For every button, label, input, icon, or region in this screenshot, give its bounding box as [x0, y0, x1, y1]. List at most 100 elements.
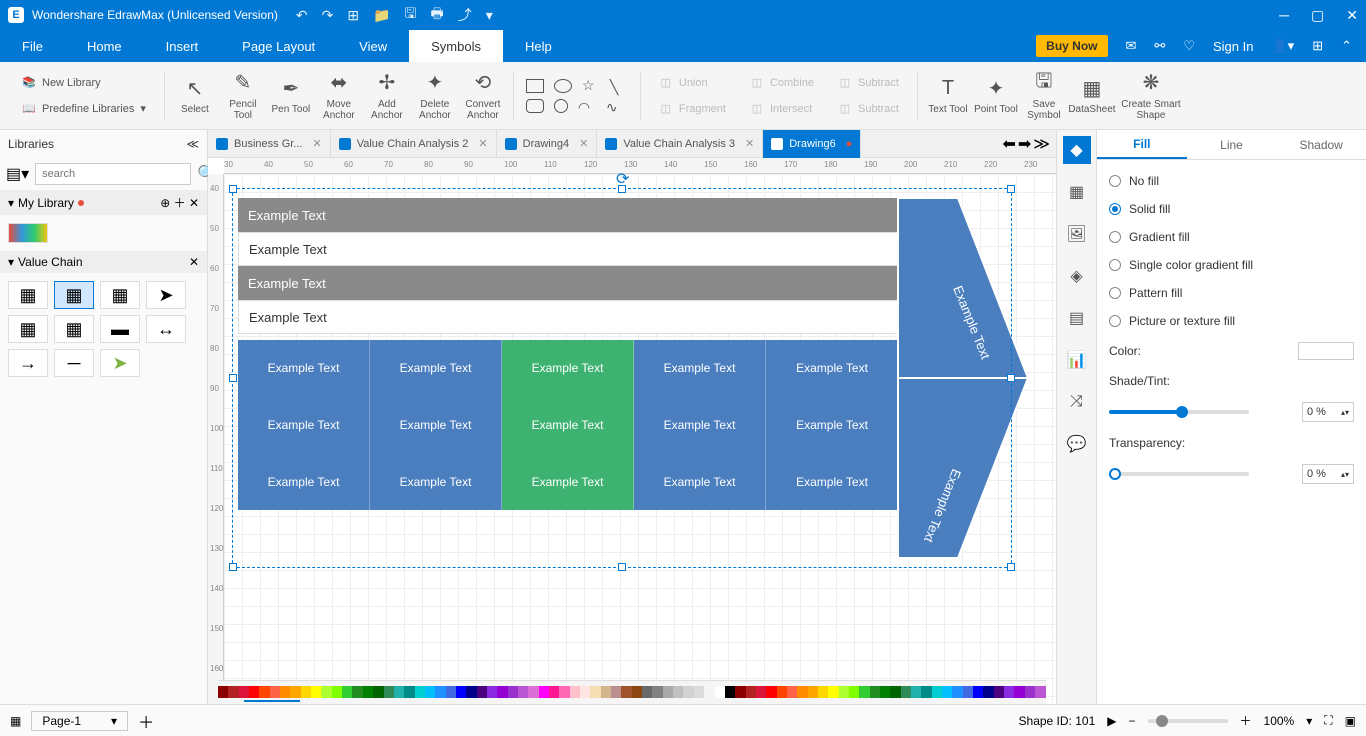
tab-prev-icon[interactable]: ⬅ — [1002, 134, 1015, 154]
collapse-libraries-icon[interactable]: ≪ — [186, 137, 199, 151]
comment-tool-icon[interactable]: 💬 — [1063, 430, 1091, 458]
zoom-out-icon[interactable]: − — [1128, 714, 1135, 728]
shade-slider[interactable] — [1109, 410, 1249, 414]
grid-tool-icon[interactable]: ▦ — [1063, 178, 1091, 206]
tab-next-icon[interactable]: ➡ — [1018, 134, 1031, 154]
predefine-libraries-button[interactable]: 📖Predefine Libraries▾ — [18, 99, 150, 119]
radio-gradient-fill[interactable]: Gradient fill — [1109, 230, 1354, 244]
share-icon[interactable]: ⚯ — [1154, 38, 1165, 54]
menu-insert[interactable]: Insert — [144, 30, 221, 62]
menu-pagelayout[interactable]: Page Layout — [220, 30, 337, 62]
tab-vca2[interactable]: Value Chain Analysis 2✕ — [331, 130, 497, 158]
tab-drawing4[interactable]: Drawing4✕ — [497, 130, 598, 158]
layers-tool-icon[interactable]: ◈ — [1063, 262, 1091, 290]
save-symbol-button[interactable]: 🖫Save Symbol — [1020, 71, 1068, 121]
menu-help[interactable]: Help — [503, 30, 574, 62]
maximize-icon[interactable]: ▢ — [1311, 7, 1324, 24]
diagram-row-2[interactable]: Example Text — [238, 232, 918, 266]
library-menu-icon[interactable]: ▤▾ — [6, 164, 29, 184]
diagram-row-1[interactable]: Example Text — [238, 198, 918, 232]
move-anchor-tool[interactable]: ⬌Move Anchor — [315, 71, 363, 121]
tab-vca3[interactable]: Value Chain Analysis 3✕ — [597, 130, 763, 158]
zoom-in-icon[interactable]: ＋ — [1240, 712, 1252, 729]
tab-drawing6[interactable]: Drawing6● — [763, 130, 861, 158]
shape-roundrect[interactable] — [526, 99, 544, 113]
fit-page-icon[interactable]: ⛶ — [1324, 713, 1332, 728]
library-shape[interactable] — [8, 223, 48, 243]
menu-view[interactable]: View — [337, 30, 409, 62]
tab-business[interactable]: Business Gr...✕ — [208, 130, 331, 158]
signin-link[interactable]: Sign In — [1213, 39, 1253, 54]
close-icon[interactable]: ✕ — [1346, 7, 1358, 24]
play-icon[interactable]: ▶ — [1107, 714, 1116, 728]
prop-tab-shadow[interactable]: Shadow — [1276, 130, 1366, 159]
zoom-value[interactable]: 100% — [1264, 714, 1295, 728]
image-tool-icon[interactable]: 🖼 — [1063, 220, 1091, 248]
vc-shape-3[interactable]: ▦ — [100, 281, 140, 309]
text-tool[interactable]: TText Tool — [924, 76, 972, 115]
buy-now-button[interactable]: Buy Now — [1036, 35, 1107, 57]
menu-home[interactable]: Home — [65, 30, 144, 62]
radio-pattern-fill[interactable]: Pattern fill — [1109, 286, 1354, 300]
export-icon[interactable]: ⤴ — [458, 5, 472, 25]
value-chain-section[interactable]: ▾ Value Chain✕ — [0, 251, 207, 273]
shape-rect[interactable] — [526, 79, 544, 93]
collapse-ribbon-icon[interactable]: ⌃ — [1341, 38, 1352, 54]
print-icon[interactable]: 🖶 — [430, 3, 443, 27]
vc-shape-1[interactable]: ▦ — [8, 281, 48, 309]
datasheet-button[interactable]: ▦DataSheet — [1068, 76, 1116, 115]
pencil-tool[interactable]: ✎Pencil Tool — [219, 71, 267, 121]
add-page-button[interactable]: ＋ — [138, 709, 154, 733]
color-palette-bar[interactable] — [218, 686, 1046, 704]
diagram-columns[interactable]: Example TextExample TextExample Text Exa… — [238, 340, 918, 510]
convert-anchor-tool[interactable]: ⟲Convert Anchor — [459, 71, 507, 121]
canvas[interactable]: 3040506070809010011012013014015016017018… — [208, 158, 1056, 704]
vc-shape-10[interactable]: ─ — [54, 349, 94, 377]
new-icon[interactable]: ⊞ — [347, 7, 359, 24]
transparency-spinbox[interactable]: 0 %▴▾ — [1302, 464, 1354, 484]
add-anchor-tool[interactable]: ✢Add Anchor — [363, 71, 411, 121]
fullscreen-icon[interactable]: ▣ — [1345, 714, 1356, 728]
save-icon[interactable]: 🖫 — [405, 3, 417, 27]
undo-icon[interactable]: ↶ — [296, 7, 308, 24]
vc-shape-8[interactable]: ↔ — [146, 315, 186, 343]
radio-solid-fill[interactable]: Solid fill — [1109, 202, 1354, 216]
create-smart-shape-button[interactable]: ❋Create Smart Shape — [1116, 71, 1186, 121]
menu-file[interactable]: File — [0, 30, 65, 62]
shade-spinbox[interactable]: 0 %▴▾ — [1302, 402, 1354, 422]
page-tool-icon[interactable]: ▤ — [1063, 304, 1091, 332]
shape-ellipse[interactable] — [554, 79, 572, 93]
radio-texture-fill[interactable]: Picture or texture fill — [1109, 314, 1354, 328]
redo-icon[interactable]: ↷ — [322, 7, 334, 24]
zoom-slider[interactable] — [1148, 719, 1228, 723]
color-swatch[interactable] — [1298, 342, 1354, 360]
library-search-input[interactable] — [35, 163, 191, 185]
vc-shape-7[interactable]: ▬ — [100, 315, 140, 343]
shuffle-tool-icon[interactable]: ⤨ — [1063, 388, 1091, 416]
vc-shape-4[interactable]: ➤ — [146, 281, 186, 309]
prop-tab-fill[interactable]: Fill — [1097, 130, 1187, 159]
point-tool[interactable]: ✦Point Tool — [972, 76, 1020, 115]
send-icon[interactable]: ✉ — [1126, 38, 1137, 54]
diagram-row-4[interactable]: Example Text — [238, 300, 918, 334]
radio-single-gradient[interactable]: Single color gradient fill — [1109, 258, 1354, 272]
view-grid-icon[interactable]: ▦ — [10, 714, 21, 728]
minimize-icon[interactable]: ─ — [1279, 7, 1289, 24]
select-tool[interactable]: ↖Select — [171, 76, 219, 115]
bell-icon[interactable]: ♡ — [1183, 38, 1195, 54]
vc-shape-2[interactable]: ▦ — [54, 281, 94, 309]
page-selector[interactable]: Page-1▾ — [31, 711, 128, 731]
diagram-row-3[interactable]: Example Text — [238, 266, 918, 300]
open-icon[interactable]: 📁 — [373, 7, 390, 24]
radio-no-fill[interactable]: No fill — [1109, 174, 1354, 188]
pen-tool[interactable]: ✒Pen Tool — [267, 76, 315, 115]
transparency-slider[interactable] — [1109, 472, 1249, 476]
fill-tool-icon[interactable]: ◆ — [1063, 136, 1091, 164]
vc-shape-9[interactable]: → — [8, 349, 48, 377]
vc-shape-5[interactable]: ▦ — [8, 315, 48, 343]
menu-symbols[interactable]: Symbols — [409, 30, 503, 62]
tab-more-icon[interactable]: ≫ — [1033, 134, 1050, 154]
vc-shape-6[interactable]: ▦ — [54, 315, 94, 343]
vc-shape-11[interactable]: ➤ — [100, 349, 140, 377]
new-library-button[interactable]: 📚New Library — [18, 73, 150, 93]
